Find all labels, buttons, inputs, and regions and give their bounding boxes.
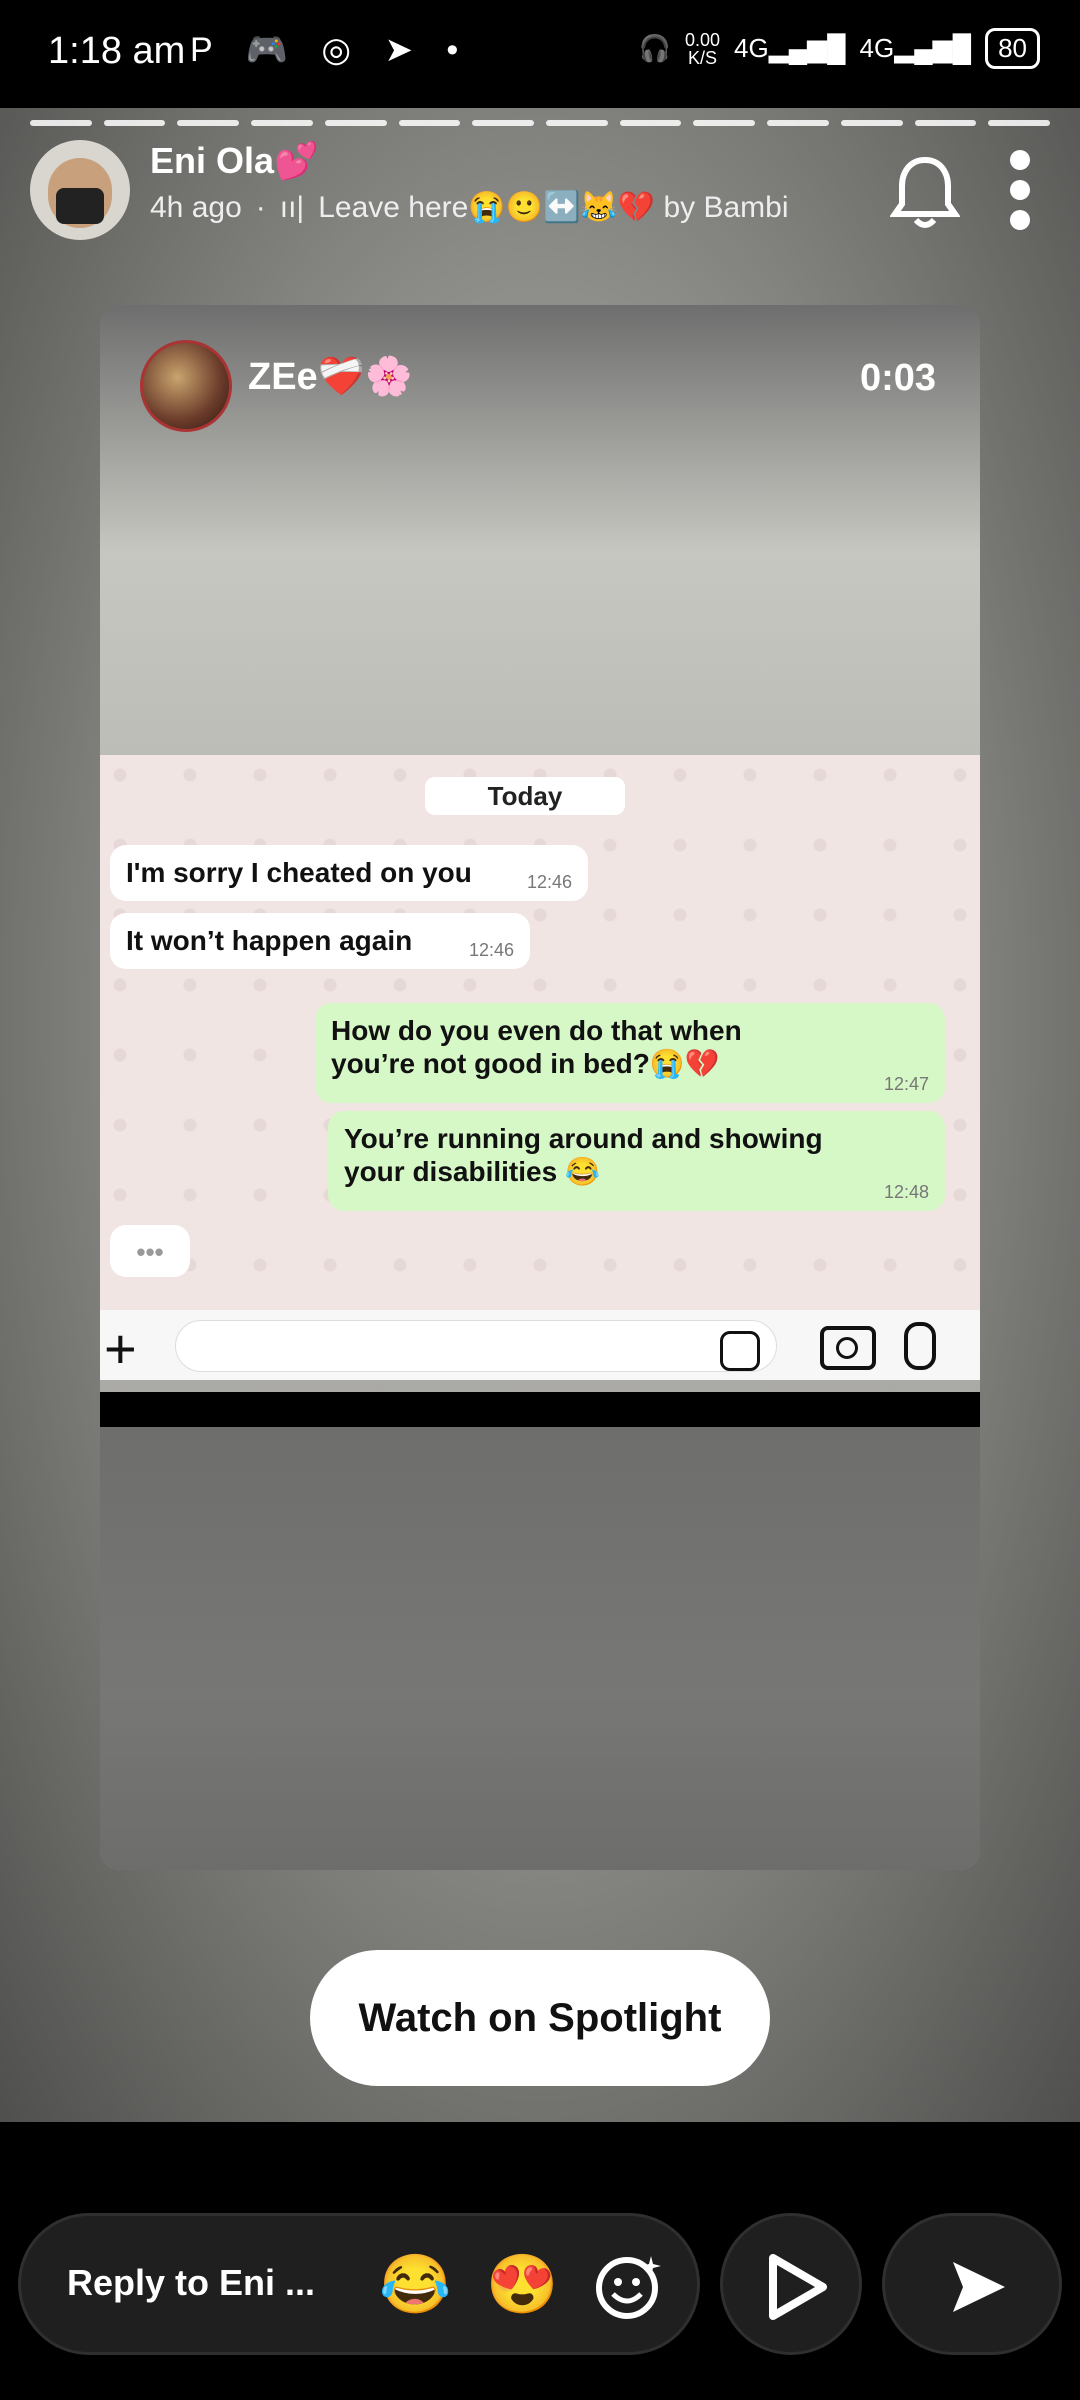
net-speed: 0.00 K/S [685,31,720,67]
progress-segment [472,120,535,126]
kebab-dot [1010,150,1030,170]
time-ago: 4h ago [150,190,242,224]
game-controller-icon: 🎮 [245,31,300,69]
chat-message: How do you even do that when you’re not … [315,1003,945,1103]
avatar-mask [56,188,104,224]
message-text: I'm sorry I cheated on you [126,857,472,888]
dot-icon: • [446,31,471,69]
whatsapp-icon: ◎ [321,31,363,69]
net-speed-value: 0.00 [684,29,721,50]
message-text: How do you even do that when you’re not … [331,1015,742,1079]
p-icon: P [190,31,225,69]
play-button[interactable] [720,2213,862,2355]
send-button[interactable] [882,2213,1062,2355]
progress-segment [324,120,387,126]
message-time: 12:46 [526,872,572,892]
kebab-dot [1010,180,1030,200]
message-text: It won’t happen again [126,925,413,956]
story-subline: 4h ago · ıı| Leave here😭🙂↔️😹💔 by Bambi [150,190,789,225]
battery-icon: 80 [985,28,1040,69]
story-username[interactable]: Eni Ola💕 [150,140,319,182]
network-2-label: 4G [859,33,895,63]
heart-eyes-emoji-button[interactable]: 😍 [486,2250,558,2320]
status-time: 1:18 am [48,30,186,72]
progress-segment [398,120,461,126]
audio-icon: ıı| [279,190,305,224]
video-black-bar [100,1392,980,1427]
status-right: 🎧 0.00 K/S 4G▂▄▆█ 4G▂▄▆█ 80 [639,28,1040,69]
typing-indicator: ••• [110,1225,190,1277]
poster-avatar [140,340,232,432]
progress-segment [177,120,240,126]
progress-segment [693,120,756,126]
sticker-icon [720,1331,760,1371]
plus-icon: + [104,1317,137,1380]
progress-segment [619,120,682,126]
headphones-icon: 🎧 [638,33,671,63]
message-time: 12:48 [883,1182,929,1202]
date-label: Today [425,777,625,815]
message-time: 12:47 [883,1074,929,1094]
card-top [100,305,980,755]
message-time: 12:46 [468,940,514,960]
avatar[interactable] [30,140,130,240]
story-header: Eni Ola💕 4h ago · ıı| Leave here😭🙂↔️😹💔 b… [30,140,1050,250]
chat-input-bar: + [100,1310,980,1380]
reply-placeholder: Reply to Eni ... [67,2262,316,2303]
chat-input-field [175,1320,777,1372]
chat-message: You’re running around and showing your d… [328,1111,945,1211]
signal-4g-2: 4G▂▄▆█ [859,33,972,63]
progress-segment [251,120,313,126]
progress-segment [103,120,166,126]
progress-segment [30,120,92,126]
poster-name: ZEe❤️‍🩹🌸 [248,356,413,398]
bell-icon[interactable] [890,152,960,232]
chat-message: I'm sorry I cheated on you 12:46 [110,845,588,901]
chat-message: It won’t happen again 12:46 [110,913,530,969]
reply-input[interactable]: Reply to Eni ... 😂 😍 [18,2213,700,2355]
progress-segment [988,120,1051,126]
telegram-icon: ➤ [384,31,425,69]
microphone-icon [904,1322,936,1370]
play-icon [769,2254,827,2320]
video-card[interactable]: ZEe❤️‍🩹🌸 0:03 Today I'm sorry I cheated … [100,305,980,1870]
message-text: You’re running around and showing your d… [344,1123,823,1187]
send-icon [953,2262,1005,2312]
progress-segment [840,120,903,126]
watch-on-spotlight-button[interactable]: Watch on Spotlight [310,1950,770,2086]
camera-icon [820,1326,876,1370]
net-speed-unit: K/S [687,47,717,68]
signal-4g-1: 4G▂▄▆█ [734,33,846,63]
laugh-emoji-button[interactable]: 😂 [379,2250,451,2320]
music-label[interactable]: Leave here😭🙂↔️😹💔 by Bambi [318,190,788,225]
chat-screenshot: Today I'm sorry I cheated on you 12:46 I… [100,755,980,1380]
kebab-dot [1010,210,1030,230]
progress-segment [546,120,608,126]
more-options-icon[interactable] [1010,150,1034,230]
status-bar: 1:18 am P 🎮 ◎ ➤ • 🎧 0.00 K/S 4G▂▄▆█ 4G▂▄… [0,0,1080,108]
separator: · [255,190,266,224]
story-progress [30,120,1051,126]
progress-segment [914,120,977,126]
progress-segment [767,120,829,126]
video-lower-area [100,1427,980,1870]
video-timer: 0:03 [859,357,936,399]
notification-icons: P 🎮 ◎ ➤ • [190,30,470,70]
add-reaction-icon[interactable] [593,2250,665,2322]
network-1-label: 4G [734,33,769,63]
